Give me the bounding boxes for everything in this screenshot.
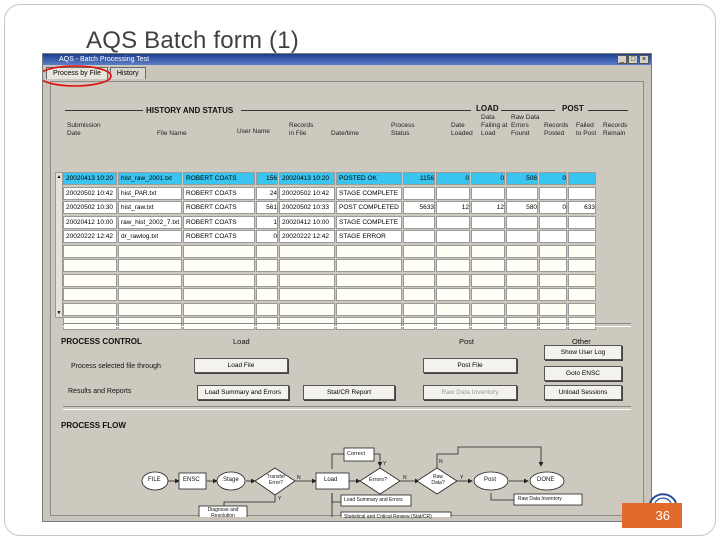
flow-node-stage: Stage: [223, 477, 239, 483]
flow-edge-yes: Y: [383, 461, 387, 467]
flow-edge-no: N: [297, 475, 301, 481]
slide-title: AQS Batch form (1): [86, 27, 299, 54]
main-panel: HISTORY AND STATUS LOAD POST Submission …: [50, 81, 644, 520]
flow-node-ensc: ENSC: [183, 477, 200, 483]
flow-node-correct: Correct: [347, 451, 366, 457]
flow-node-errors: Errors?: [369, 477, 388, 483]
flow-node-post: Post: [484, 477, 497, 483]
minimize-icon[interactable]: _: [617, 55, 627, 64]
flow-node-done: DONE: [537, 477, 555, 483]
app-window: AQS - Batch Processing Test _ □ × Proces…: [42, 53, 652, 522]
flow-edge-no: N: [403, 475, 407, 481]
flow-node-load-summary: Load Summary and Errors: [344, 497, 403, 503]
flow-node-raw-data: Raw Data?: [431, 474, 445, 486]
flow-node-load: Load: [324, 477, 338, 483]
maximize-icon[interactable]: □: [628, 55, 638, 64]
flow-node-raw-inventory: Raw Data Inventory: [518, 496, 562, 502]
window-titlebar: AQS - Batch Processing Test _ □ ×: [43, 54, 651, 65]
flow-node-stat-review: Statistical and Critical Review (Stat/CR…: [344, 514, 432, 520]
flow-node-diagnose: Diagnose and Resolution: [207, 507, 239, 519]
agency-logo: [649, 493, 677, 504]
flow-edge-yes: Y: [278, 496, 282, 502]
tab-bar: Process by File History: [43, 65, 651, 79]
flow-node-transfer-error: Transfer Error?: [266, 474, 286, 486]
flow-node-file: FILE: [148, 477, 161, 483]
flow-edge-no: N: [439, 459, 443, 465]
highlight-circle: [43, 65, 112, 87]
tab-history[interactable]: History: [109, 67, 146, 79]
flow-edge-yes: Y: [460, 475, 464, 481]
close-icon[interactable]: ×: [639, 55, 649, 64]
page-number: 36: [622, 503, 682, 528]
